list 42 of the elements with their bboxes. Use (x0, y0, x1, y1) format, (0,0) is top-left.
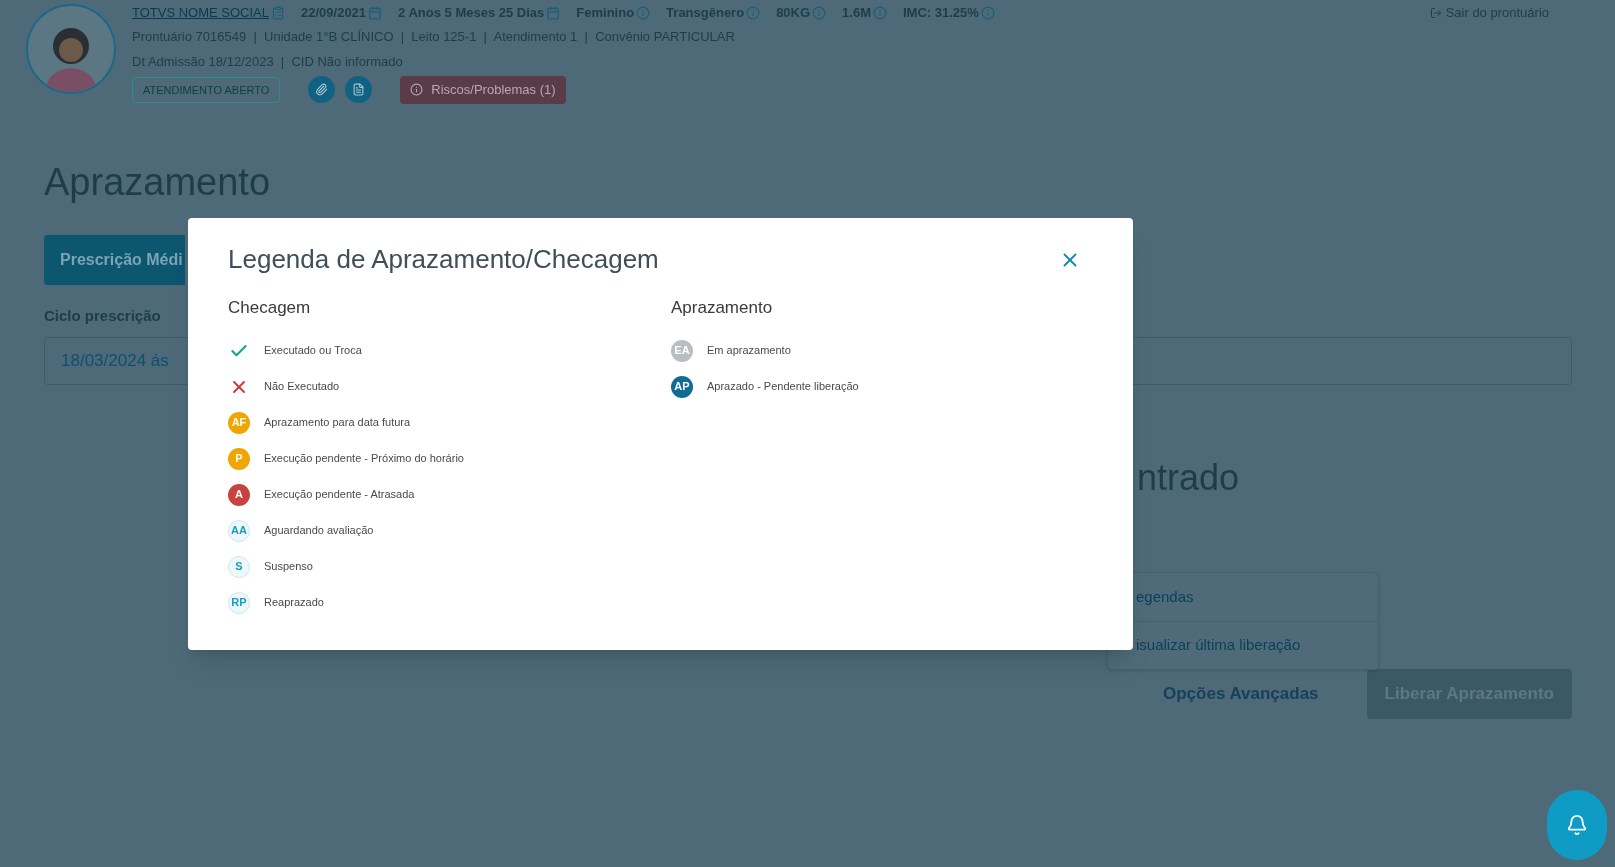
legend-label: Não Executado (264, 379, 340, 395)
legend-label: Executado ou Troca (264, 343, 362, 359)
clipboard-icon[interactable] (271, 6, 285, 20)
attachment-button[interactable] (308, 76, 336, 104)
exit-icon (1429, 7, 1442, 19)
status-badge: ATENDIMENTO ABERTO (132, 76, 281, 103)
calendar-icon[interactable] (368, 6, 383, 20)
legend-label: Em aprazamento (707, 343, 791, 359)
legend-label: Suspenso (264, 559, 313, 575)
info-icon[interactable] (873, 6, 887, 20)
notification-button[interactable] (1547, 790, 1607, 860)
bell-icon (1566, 814, 1588, 836)
status-badge: AA (228, 519, 250, 542)
status-badge: AP (671, 375, 693, 398)
legend-label: Reaprazado (264, 595, 324, 611)
legend-label: Aprazado - Pendente liberação (707, 379, 859, 395)
status-badge: AF (228, 411, 250, 434)
paperclip-icon (315, 83, 329, 97)
document-icon (352, 83, 366, 97)
section-title: Aprazamento (671, 297, 774, 319)
advanced-options-link[interactable]: Opções Avançadas (1163, 681, 1319, 707)
section-title: Checagem (228, 297, 312, 319)
status-badge: A (228, 483, 250, 506)
info-icon (410, 83, 424, 97)
risks-button[interactable]: Riscos/Problemas (1) (400, 76, 566, 104)
status-badge: EA (671, 339, 693, 362)
legend-label: Aguardando avaliação (264, 523, 374, 539)
info-icon[interactable] (746, 6, 761, 20)
legend-label: Execução pendente - Atrasada (264, 487, 415, 503)
info-icon[interactable] (812, 6, 827, 20)
patient-name-link[interactable]: TOTVS NOME SOCIAL (132, 3, 269, 23)
document-button[interactable] (345, 76, 373, 104)
info-icon[interactable] (980, 6, 995, 20)
legend-label: Execução pendente - Próximo do horário (264, 451, 464, 467)
status-badge: RP (228, 591, 250, 614)
info-icon[interactable] (636, 6, 651, 20)
status-badge: S (228, 555, 250, 578)
legend-label: Aprazamento para data futura (264, 415, 411, 431)
calendar-icon[interactable] (546, 6, 561, 20)
dialog-title: Legenda de Aprazamento/Checagem (228, 243, 659, 276)
prescription-tab[interactable]: Prescrição Médi (44, 234, 185, 285)
status-badge: P (228, 447, 250, 470)
